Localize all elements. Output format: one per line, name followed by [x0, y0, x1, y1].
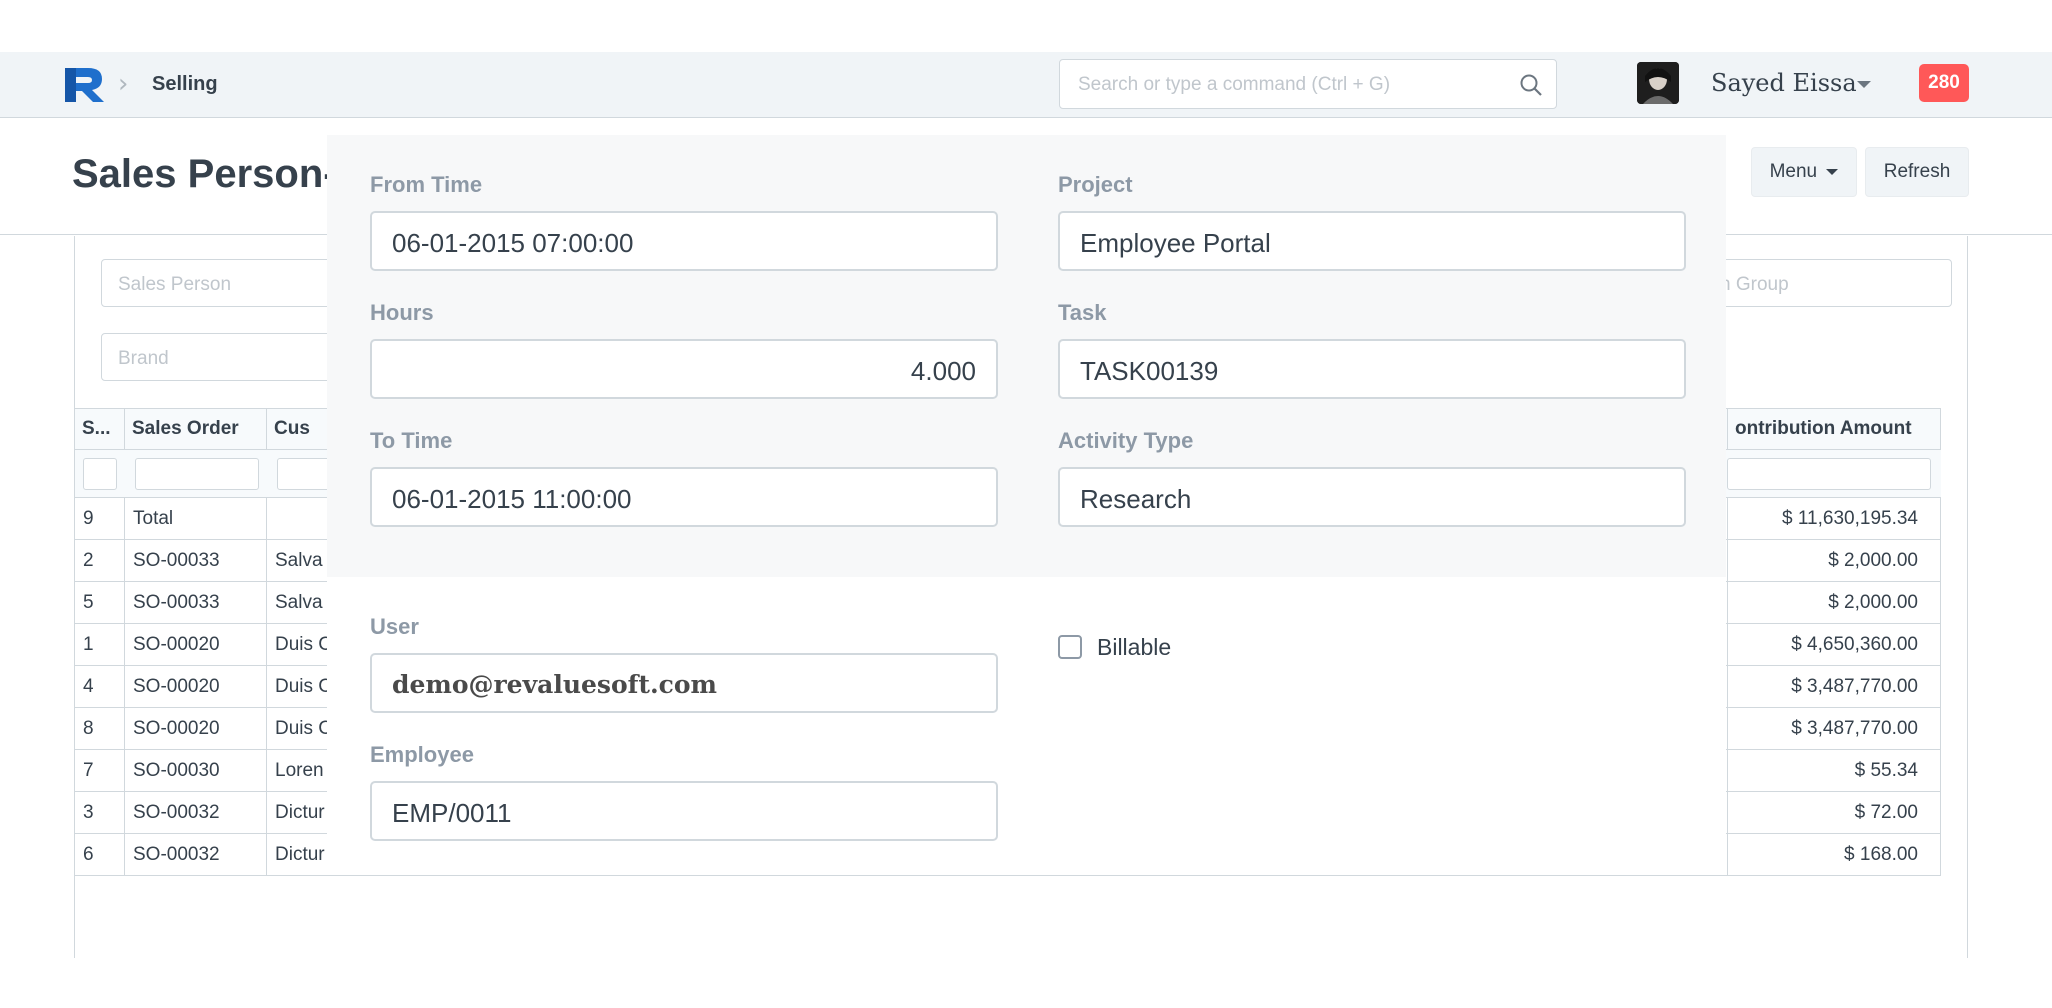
column-filter-sr[interactable]	[83, 458, 117, 490]
caret-down-icon[interactable]	[1857, 81, 1871, 88]
user-label: User	[370, 614, 419, 639]
menu-button[interactable]: Menu	[1751, 147, 1857, 197]
refresh-button[interactable]: Refresh	[1865, 147, 1969, 197]
billable-label: Billable	[1097, 634, 1172, 660]
activity-type-value: Research	[1080, 484, 1192, 514]
menu-button-label: Menu	[1769, 161, 1818, 182]
cell-sales-order: SO-00033	[125, 582, 267, 623]
item-group-filter[interactable]: n Group	[1703, 259, 1952, 307]
search-icon[interactable]	[1518, 72, 1544, 98]
cell-sr: 7	[75, 750, 125, 791]
notification-badge[interactable]: 280	[1919, 64, 1969, 102]
cell-contribution-amount: $ 3,487,770.00	[1727, 666, 1941, 707]
chevron-right-icon: ›	[118, 69, 129, 99]
avatar[interactable]	[1637, 62, 1679, 104]
cell-sr: 5	[75, 582, 125, 623]
item-group-placeholder: n Group	[1720, 274, 1789, 295]
hours-value: 4.000	[910, 356, 976, 386]
employee-field[interactable]: EMP/0011	[370, 781, 998, 841]
from-time-label: From Time	[370, 172, 483, 197]
column-header-contribution-amount[interactable]: ontribution Amount	[1727, 409, 1941, 451]
cell-contribution-amount: $ 55.34	[1727, 750, 1941, 791]
from-time-field[interactable]: 06-01-2015 07:00:00	[370, 211, 998, 271]
to-time-field[interactable]: 06-01-2015 11:00:00	[370, 467, 998, 527]
cell-sales-order: SO-00032	[125, 792, 267, 833]
column-filter-contribution-amount[interactable]	[1727, 458, 1931, 490]
hours-label: Hours	[370, 300, 434, 325]
cell-sales-order: SO-00032	[125, 834, 267, 875]
task-value: TASK00139	[1080, 356, 1219, 386]
cell-contribution-amount: $ 4,650,360.00	[1727, 624, 1941, 665]
cell-sales-order: SO-00020	[125, 666, 267, 707]
search-input[interactable]: Search or type a command (Ctrl + G)	[1059, 59, 1557, 109]
caret-down-icon	[1826, 168, 1839, 175]
user-field[interactable]: demo@revaluesoft.com	[370, 653, 998, 713]
cell-sr: 2	[75, 540, 125, 581]
cell-sr: 4	[75, 666, 125, 707]
column-header-sr[interactable]: S...	[75, 409, 125, 451]
from-time-value: 06-01-2015 07:00:00	[392, 228, 634, 258]
user-value: demo@revaluesoft.com	[392, 670, 717, 699]
cell-sales-order: SO-00030	[125, 750, 267, 791]
cell-sr: 3	[75, 792, 125, 833]
cell-contribution-amount: $ 2,000.00	[1727, 540, 1941, 581]
cell-sr: 9	[75, 498, 125, 539]
activity-type-label: Activity Type	[1058, 428, 1194, 453]
employee-value: EMP/0011	[392, 798, 512, 828]
project-label: Project	[1058, 172, 1133, 197]
breadcrumb-selling[interactable]: Selling	[152, 73, 218, 96]
search-placeholder: Search or type a command (Ctrl + G)	[1078, 74, 1391, 95]
cell-contribution-amount: $ 11,630,195.34	[1727, 498, 1941, 539]
cell-sales-order: SO-00033	[125, 540, 267, 581]
timesheet-form: From Time 06-01-2015 07:00:00 Hours 4.00…	[327, 135, 1726, 875]
billable-checkbox[interactable]	[1058, 635, 1082, 659]
logo-icon[interactable]	[62, 64, 106, 104]
to-time-label: To Time	[370, 428, 453, 453]
page-title: Sales Person-	[72, 152, 337, 196]
column-header-sales-order[interactable]: Sales Order	[125, 409, 267, 451]
cell-contribution-amount: $ 168.00	[1727, 834, 1941, 875]
cell-sr: 6	[75, 834, 125, 875]
sales-person-placeholder: Sales Person	[118, 274, 232, 295]
employee-label: Employee	[370, 742, 474, 767]
hours-field[interactable]: 4.000	[370, 339, 998, 399]
cell-contribution-amount: $ 72.00	[1727, 792, 1941, 833]
column-filter-sales-order[interactable]	[135, 458, 259, 490]
task-field[interactable]: TASK00139	[1058, 339, 1686, 399]
cell-contribution-amount: $ 2,000.00	[1727, 582, 1941, 623]
task-label: Task	[1058, 300, 1107, 325]
to-time-value: 06-01-2015 11:00:00	[392, 484, 632, 514]
cell-sales-order: Total	[125, 498, 267, 539]
cell-sr: 8	[75, 708, 125, 749]
project-value: Employee Portal	[1080, 228, 1271, 258]
navbar: › Selling Search or type a command (Ctrl…	[0, 52, 2052, 118]
project-field[interactable]: Employee Portal	[1058, 211, 1686, 271]
user-name[interactable]: Sayed Eissa	[1711, 69, 1857, 97]
cell-contribution-amount: $ 3,487,770.00	[1727, 708, 1941, 749]
page: › Selling Search or type a command (Ctrl…	[0, 0, 2052, 1008]
cell-sales-order: SO-00020	[125, 624, 267, 665]
cell-sr: 1	[75, 624, 125, 665]
activity-type-field[interactable]: Research	[1058, 467, 1686, 527]
brand-placeholder: Brand	[118, 348, 169, 369]
cell-sales-order: SO-00020	[125, 708, 267, 749]
